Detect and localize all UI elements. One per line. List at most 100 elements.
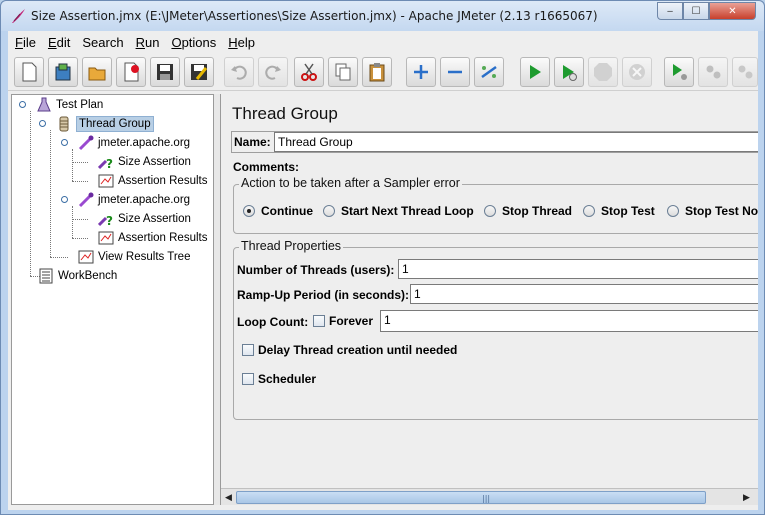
- menu-search-label: Search: [82, 34, 124, 50]
- tree-node-label: View Results Tree: [98, 251, 191, 263]
- expand-handle[interactable]: [39, 120, 46, 127]
- redo-button[interactable]: [258, 57, 288, 87]
- tree-line: [50, 130, 51, 257]
- open-button[interactable]: [82, 57, 112, 87]
- shutdown-button[interactable]: [622, 57, 652, 87]
- tree-node-assertion-results[interactable]: Assertion Results: [98, 172, 207, 190]
- thread-group-icon: [56, 116, 72, 132]
- menu-file-label: ile: [22, 34, 36, 50]
- radio-label: Start Next Thread Loop: [341, 204, 474, 218]
- tree-node-size-assertion[interactable]: ? Size Assertion: [98, 153, 191, 171]
- radio-continue[interactable]: Continue: [243, 204, 313, 218]
- scroll-right-arrow-icon[interactable]: ▶: [740, 491, 753, 504]
- tree-node-label: jmeter.apache.org: [98, 137, 191, 149]
- tree-line: [30, 111, 31, 276]
- svg-text:?: ?: [106, 214, 113, 227]
- tree-node-label: Size Assertion: [118, 213, 191, 225]
- open-icon: [88, 67, 106, 81]
- tree-node-view-results-tree[interactable]: View Results Tree: [78, 248, 190, 266]
- horizontal-scrollbar[interactable]: ◀ ||| ▶: [221, 488, 758, 505]
- loop-count-input[interactable]: 1: [380, 310, 758, 332]
- tree-node-size-assertion[interactable]: ? Size Assertion: [98, 210, 191, 228]
- workbench-icon: [38, 268, 54, 284]
- menu-options-mnemonic: O: [171, 34, 182, 50]
- assertion-icon: ?: [98, 154, 114, 170]
- menu-search[interactable]: Search: [76, 35, 129, 50]
- minimize-button[interactable]: ‒: [657, 2, 683, 20]
- new-button[interactable]: [14, 57, 44, 87]
- start-button[interactable]: [520, 57, 550, 87]
- menu-edit[interactable]: Edit: [42, 35, 76, 50]
- collapse-icon: [448, 70, 462, 74]
- shutdown-icon: [629, 64, 645, 80]
- radio-label: Stop Test Now: [685, 204, 758, 218]
- scroll-left-arrow-icon[interactable]: ◀: [222, 491, 235, 504]
- checkbox-icon: [313, 315, 325, 327]
- templates-button[interactable]: [48, 57, 78, 87]
- menu-help[interactable]: Help: [222, 35, 261, 50]
- menu-options[interactable]: Options: [165, 35, 222, 50]
- tree-node-sampler[interactable]: jmeter.apache.org: [78, 191, 190, 209]
- radio-icon: [323, 205, 335, 217]
- radio-icon: [667, 205, 679, 217]
- maximize-button[interactable]: ☐: [683, 2, 709, 20]
- remote-start-all-button[interactable]: [664, 57, 694, 87]
- start-no-pauses-button[interactable]: [554, 57, 584, 87]
- tree-node-label: WorkBench: [58, 270, 118, 282]
- threads-input[interactable]: 1: [398, 259, 758, 279]
- save-as-button[interactable]: [184, 57, 214, 87]
- remote-stop-all-button[interactable]: [698, 57, 728, 87]
- tree-node-assertion-results[interactable]: Assertion Results: [98, 229, 207, 247]
- forever-checkbox[interactable]: Forever: [313, 314, 373, 328]
- undo-button[interactable]: [224, 57, 254, 87]
- tree-node-thread-group[interactable]: Thread Group: [56, 115, 154, 133]
- radio-stop-test-now[interactable]: Stop Test Now: [667, 204, 758, 218]
- remote-shutdown-all-button[interactable]: [732, 57, 758, 87]
- close-file-button[interactable]: [116, 57, 146, 87]
- listener-icon: [98, 230, 114, 246]
- scheduler-checkbox[interactable]: Scheduler: [242, 372, 316, 386]
- tree-node-workbench[interactable]: WorkBench: [38, 267, 117, 285]
- name-field[interactable]: Thread Group: [274, 132, 758, 152]
- toggle-button[interactable]: [474, 57, 504, 87]
- name-label: Name:: [234, 135, 271, 149]
- expand-handle[interactable]: [61, 196, 68, 203]
- rampup-input[interactable]: 1: [410, 284, 758, 304]
- copy-button[interactable]: [328, 57, 358, 87]
- assertion-icon: ?: [98, 211, 114, 227]
- expand-all-button[interactable]: [406, 57, 436, 87]
- tree-node-label: Thread Group: [76, 116, 154, 132]
- test-plan-icon: [36, 97, 52, 113]
- title-bar[interactable]: Size Assertion.jmx (E:\JMeter\Assertione…: [1, 1, 764, 31]
- sampler-error-group: Action to be taken after a Sampler error…: [233, 176, 758, 234]
- loop-count-label: Loop Count:: [237, 315, 309, 329]
- collapse-all-button[interactable]: [440, 57, 470, 87]
- radio-stop-thread[interactable]: Stop Thread: [484, 204, 572, 218]
- test-plan-tree[interactable]: Test Plan Thread Group jmeter.apache.org…: [11, 94, 214, 505]
- stop-button[interactable]: [588, 57, 618, 87]
- menu-file[interactable]: File: [8, 35, 42, 50]
- sampler-icon: [78, 192, 94, 208]
- tree-node-sampler[interactable]: jmeter.apache.org: [78, 134, 190, 152]
- radio-stop-test[interactable]: Stop Test: [583, 204, 655, 218]
- radio-label: Stop Test: [601, 204, 655, 218]
- scrollbar-thumb[interactable]: |||: [236, 491, 706, 504]
- tree-node-test-plan[interactable]: Test Plan: [36, 96, 103, 114]
- sampler-error-legend: Action to be taken after a Sampler error: [239, 176, 462, 190]
- undo-icon: [231, 65, 247, 80]
- close-button[interactable]: ✕: [709, 2, 756, 20]
- radio-start-next-thread-loop[interactable]: Start Next Thread Loop: [323, 204, 474, 218]
- page-title: Thread Group: [232, 104, 338, 123]
- close-file-icon: [124, 62, 139, 82]
- tree-line: [50, 257, 68, 258]
- expand-handle[interactable]: [61, 139, 68, 146]
- delay-thread-creation-checkbox[interactable]: Delay Thread creation until needed: [242, 343, 457, 357]
- cut-button[interactable]: [294, 57, 324, 87]
- menu-run-label: un: [144, 34, 160, 50]
- app-window: Size Assertion.jmx (E:\JMeter\Assertione…: [0, 0, 765, 515]
- threads-label: Number of Threads (users):: [237, 263, 395, 277]
- save-button[interactable]: [150, 57, 180, 87]
- expand-handle[interactable]: [19, 101, 26, 108]
- paste-button[interactable]: [362, 57, 392, 87]
- menu-run[interactable]: Run: [130, 35, 166, 50]
